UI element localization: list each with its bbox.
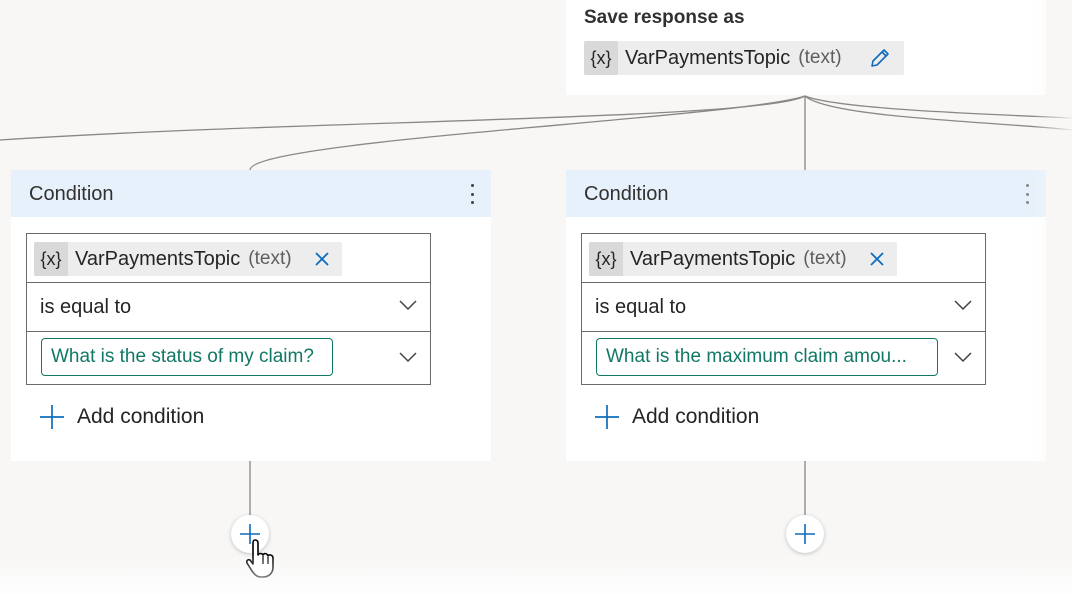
add-condition-label: Add condition xyxy=(77,405,205,428)
condition-expression: {x} VarPaymentsTopic (text) is equal to … xyxy=(26,233,431,385)
plus-icon xyxy=(39,404,65,430)
value-dropdown[interactable]: What is the maximum claim amou... xyxy=(582,332,985,384)
condition-variable-chip[interactable]: {x} VarPaymentsTopic (text) xyxy=(34,242,342,276)
connector-to-condition-1 xyxy=(249,95,806,171)
plus-icon xyxy=(795,524,815,544)
variable-type: (text) xyxy=(248,248,292,269)
save-response-title: Save response as xyxy=(584,7,745,28)
more-vertical-icon[interactable] xyxy=(467,184,477,204)
condition-card-2[interactable]: Condition {x} VarPaymentsTopic (text) is… xyxy=(566,170,1046,461)
canvas-edge-fade xyxy=(1032,0,1072,594)
canvas-edge-fade xyxy=(0,554,1072,594)
authoring-canvas: Save response as {x} VarPaymentsTopic (t… xyxy=(0,0,1072,594)
variable-icon: {x} xyxy=(34,242,68,276)
close-icon[interactable] xyxy=(314,251,330,267)
pencil-icon[interactable] xyxy=(868,46,892,70)
chevron-down-icon[interactable] xyxy=(398,350,418,369)
plus-icon xyxy=(594,404,620,430)
connector-to-left-offscreen xyxy=(0,95,806,141)
variable-name: VarPaymentsTopic xyxy=(625,46,791,69)
variable-type: (text) xyxy=(798,47,842,68)
value-dropdown[interactable]: What is the status of my claim? xyxy=(27,332,430,384)
operator-dropdown[interactable]: is equal to xyxy=(27,283,430,332)
chevron-down-icon[interactable] xyxy=(953,350,973,369)
condition-card-1[interactable]: Condition {x} VarPaymentsTopic (text) is… xyxy=(11,170,491,461)
save-response-variable-chip[interactable]: {x} VarPaymentsTopic (text) xyxy=(584,41,904,75)
condition-header: Condition xyxy=(566,170,1046,217)
chevron-down-icon[interactable] xyxy=(398,298,418,317)
close-icon[interactable] xyxy=(869,251,885,267)
variable-icon: {x} xyxy=(584,41,618,75)
add-condition-label: Add condition xyxy=(632,405,760,428)
operator-dropdown[interactable]: is equal to xyxy=(582,283,985,332)
add-condition-button[interactable]: Add condition xyxy=(594,404,759,430)
operator-value: is equal to xyxy=(40,296,132,318)
condition-variable-row[interactable]: {x} VarPaymentsTopic (text) xyxy=(27,234,430,283)
add-condition-button[interactable]: Add condition xyxy=(39,404,204,430)
condition-title: Condition xyxy=(29,183,114,205)
condition-variable-row[interactable]: {x} VarPaymentsTopic (text) xyxy=(582,234,985,283)
chevron-down-icon[interactable] xyxy=(953,298,973,317)
condition-header: Condition xyxy=(11,170,491,217)
variable-name: VarPaymentsTopic xyxy=(630,247,796,270)
variable-name: VarPaymentsTopic xyxy=(75,247,241,270)
condition-title: Condition xyxy=(584,183,669,205)
more-vertical-icon[interactable] xyxy=(1022,184,1032,204)
value-pill[interactable]: What is the status of my claim? xyxy=(41,338,333,376)
question-node-card[interactable]: Save response as {x} VarPaymentsTopic (t… xyxy=(566,0,1046,95)
variable-type: (text) xyxy=(803,248,847,269)
operator-value: is equal to xyxy=(595,296,687,318)
condition-expression: {x} VarPaymentsTopic (text) is equal to … xyxy=(581,233,986,385)
add-node-button-2[interactable] xyxy=(786,515,824,553)
value-pill[interactable]: What is the maximum claim amou... xyxy=(596,338,938,376)
variable-icon: {x} xyxy=(589,242,623,276)
condition-variable-chip[interactable]: {x} VarPaymentsTopic (text) xyxy=(589,242,897,276)
